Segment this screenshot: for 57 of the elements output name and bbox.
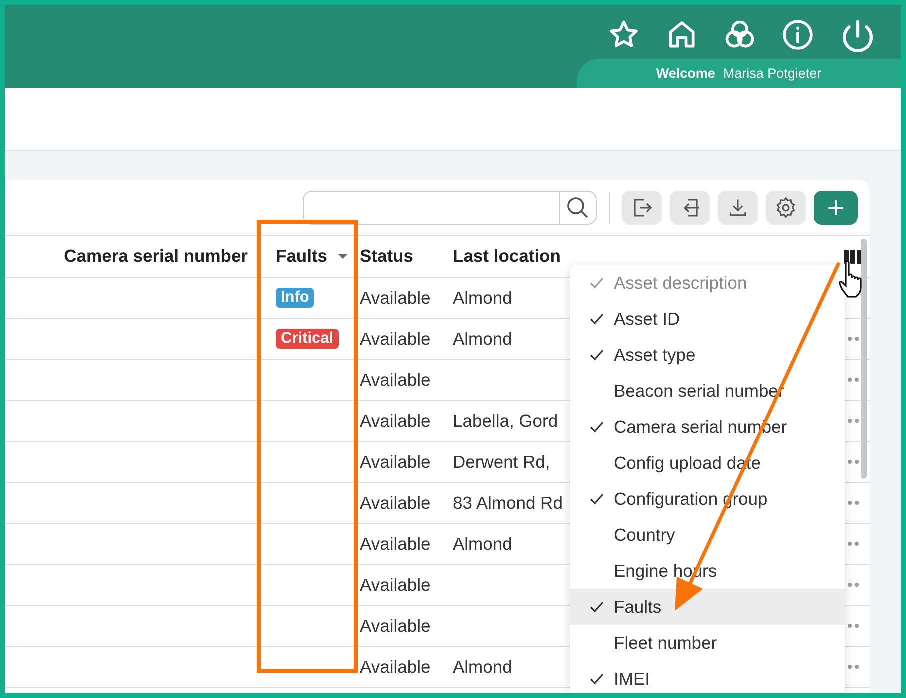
column-option[interactable]: Asset type — [570, 337, 845, 373]
fault-badge: Critical — [276, 329, 339, 349]
table-cell: Available — [360, 328, 431, 350]
settings-button[interactable] — [766, 190, 806, 224]
table-cell: 83 Almond Rd — [453, 492, 563, 514]
settings-icon — [774, 196, 798, 220]
table-cell: Almond — [453, 328, 512, 350]
download-button[interactable] — [718, 190, 758, 224]
row-menu-icon[interactable] — [848, 583, 862, 587]
row-menu-icon[interactable] — [848, 337, 862, 341]
search-field[interactable] — [303, 190, 597, 224]
sort-caret-icon[interactable] — [338, 254, 348, 260]
table-cell: Available — [360, 410, 431, 432]
table-cell: Available — [360, 452, 431, 472]
option-label: Asset description — [614, 272, 748, 294]
table-cell: Available — [360, 370, 431, 390]
search-icon[interactable] — [566, 196, 590, 220]
column-header[interactable]: Status — [360, 246, 414, 267]
row-menu-icon[interactable] — [848, 419, 862, 423]
welcome-label: Welcome — [656, 66, 716, 81]
table-cell: Almond — [453, 534, 512, 554]
table-cell: Derwent Rd, — [453, 452, 550, 472]
add-button[interactable] — [814, 190, 858, 224]
column-option[interactable]: IMEI — [570, 661, 845, 693]
column-option[interactable]: Country — [570, 517, 845, 553]
table-cell: Almond — [453, 656, 512, 678]
table-cell: Available — [360, 616, 431, 636]
option-label: Country — [614, 524, 676, 546]
option-label: Faults — [614, 596, 662, 618]
export-button[interactable] — [622, 190, 662, 224]
column-option[interactable]: Asset ID — [570, 301, 845, 337]
column-header[interactable]: Camera serial number — [64, 246, 248, 267]
table-cell: Almond — [453, 288, 512, 308]
table-cell: Labella, Gord — [453, 410, 558, 432]
table-cell: Available — [360, 288, 431, 308]
row-menu-icon[interactable] — [848, 542, 862, 546]
option-label: Asset ID — [614, 308, 680, 330]
row-menu-icon[interactable] — [848, 501, 862, 505]
fault-badge: Info — [276, 288, 314, 308]
user-name: Marisa Potgieter — [723, 66, 822, 81]
row-menu-icon[interactable] — [848, 665, 862, 669]
row-menu-icon[interactable] — [848, 624, 862, 628]
row-menu-icon[interactable] — [848, 460, 862, 464]
column-header[interactable]: Faults — [276, 246, 328, 267]
table-cell: Available — [360, 492, 431, 514]
table-cell: Available — [360, 656, 431, 678]
table-cell: Available — [360, 534, 431, 554]
column-option[interactable]: Faults — [570, 589, 845, 625]
import-button[interactable] — [670, 190, 710, 224]
option-label: Asset type — [614, 344, 696, 366]
table-cell: Available — [360, 574, 431, 596]
column-option[interactable]: Fleet number — [570, 625, 845, 661]
row-menu-icon[interactable] — [848, 378, 862, 382]
info-icon[interactable] — [781, 18, 815, 52]
option-label: IMEI — [614, 668, 650, 690]
option-label: Fleet number — [614, 632, 718, 654]
column-header[interactable]: Last location — [453, 246, 561, 267]
